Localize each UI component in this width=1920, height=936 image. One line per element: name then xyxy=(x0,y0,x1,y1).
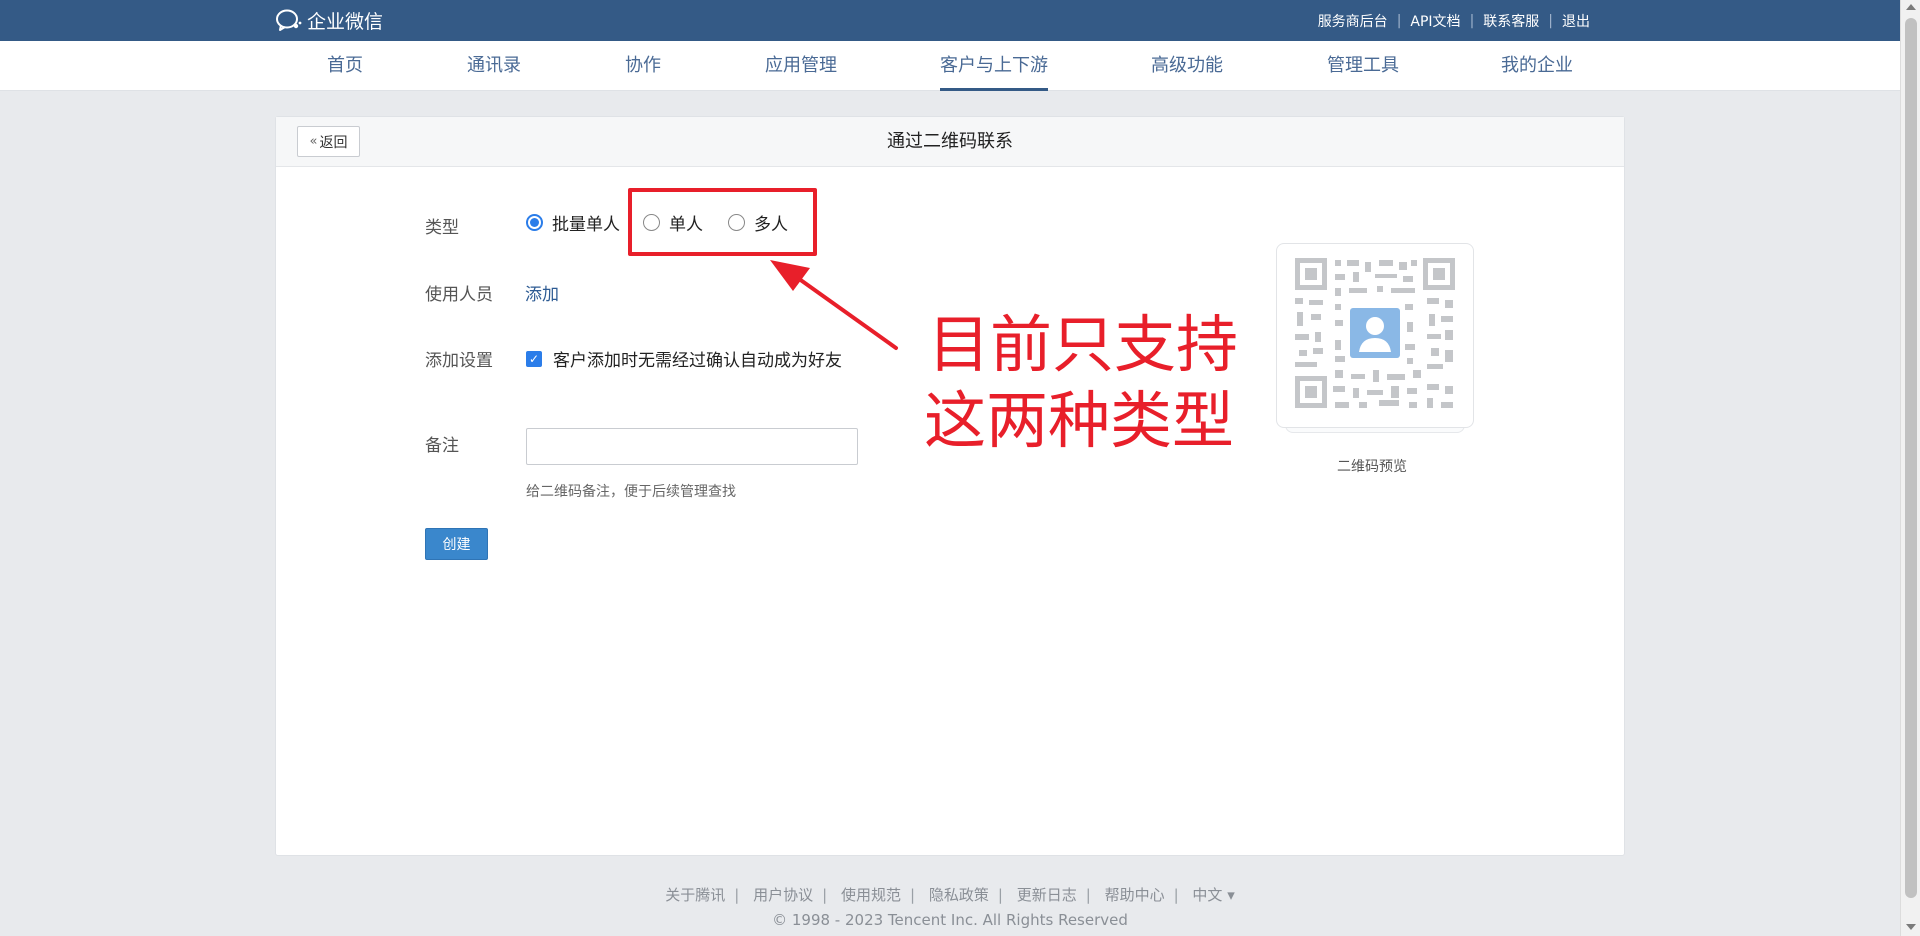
divider: | xyxy=(822,886,828,904)
divider: | xyxy=(1085,886,1091,904)
footer-changelog-link[interactable]: 更新日志 xyxy=(1017,886,1077,904)
provider-console-link[interactable]: 服务商后台 xyxy=(1318,11,1388,31)
nav-my-enterprise[interactable]: 我的企业 xyxy=(1501,41,1573,91)
page-title: 通过二维码联系 xyxy=(887,131,1013,152)
footer-user-agreement-link[interactable]: 用户协议 xyxy=(753,886,813,904)
create-button[interactable]: 创建 xyxy=(425,528,488,560)
content-card: 通过二维码联系 « 返回 类型 批量单人 单人 多人 使用人员 添加 添加设置 … xyxy=(275,116,1625,856)
back-button[interactable]: « 返回 xyxy=(297,126,360,157)
type-option-label: 批量单人 xyxy=(552,215,620,235)
brand-name: 企业微信 xyxy=(307,10,384,33)
nav-home[interactable]: 首页 xyxy=(327,41,363,91)
top-links: 服务商后台 | API文档 | 联系客服 | 退出 xyxy=(1318,0,1590,41)
annotation-arrow-icon xyxy=(770,260,898,350)
scroll-up-arrow-icon[interactable] xyxy=(1906,4,1916,10)
card-header: 通过二维码联系 « 返回 xyxy=(276,117,1624,167)
radio-checked-icon xyxy=(526,214,543,231)
qr-code-icon xyxy=(1295,258,1455,408)
add-users-link[interactable]: 添加 xyxy=(525,280,559,305)
qr-preview-card xyxy=(1276,243,1474,428)
nav-advanced[interactable]: 高级功能 xyxy=(1151,41,1223,91)
main-nav: 首页 通讯录 协作 应用管理 客户与上下游 高级功能 管理工具 我的企业 xyxy=(0,41,1900,91)
annotation-text-line1: 目前只支持 xyxy=(928,308,1239,381)
footer-usage-rules-link[interactable]: 使用规范 xyxy=(841,886,901,904)
divider: | xyxy=(734,886,740,904)
footer-about-link[interactable]: 关于腾讯 xyxy=(665,886,725,904)
note-hint: 给二维码备注，便于后续管理查找 xyxy=(526,484,736,500)
logout-link[interactable]: 退出 xyxy=(1562,11,1590,31)
type-label: 类型 xyxy=(425,218,459,238)
nav-collaboration[interactable]: 协作 xyxy=(625,41,661,91)
double-chevron-left-icon: « xyxy=(309,134,318,149)
footer-privacy-link[interactable]: 隐私政策 xyxy=(929,886,989,904)
brand-logo[interactable]: 企业微信 xyxy=(275,8,384,33)
divider: | xyxy=(910,886,916,904)
api-docs-link[interactable]: API文档 xyxy=(1410,11,1460,31)
users-label: 使用人员 xyxy=(425,285,493,305)
nav-contacts[interactable]: 通讯录 xyxy=(467,41,521,91)
divider: | xyxy=(1396,12,1402,29)
annotation-text-line2: 这两种类型 xyxy=(924,384,1235,457)
nav-management-tools[interactable]: 管理工具 xyxy=(1327,41,1399,91)
scroll-thumb[interactable] xyxy=(1905,18,1917,898)
divider: | xyxy=(1173,886,1179,904)
wecom-logo-icon xyxy=(276,9,302,31)
divider: | xyxy=(1469,12,1475,29)
back-button-label: 返回 xyxy=(319,134,348,151)
divider: | xyxy=(1548,12,1553,29)
type-option-batch-single[interactable]: 批量单人 xyxy=(526,210,620,235)
nav-app-management[interactable]: 应用管理 xyxy=(765,41,837,91)
page-scrollbar[interactable] xyxy=(1900,0,1920,936)
settings-label: 添加设置 xyxy=(425,351,493,371)
language-select[interactable]: 中文 ▾ xyxy=(1192,886,1234,904)
qr-preview-caption: 二维码预览 xyxy=(1337,459,1407,475)
checkbox-checked-icon[interactable]: ✓ xyxy=(526,350,542,367)
footer-help-link[interactable]: 帮助中心 xyxy=(1105,886,1165,904)
divider: | xyxy=(997,886,1003,904)
note-label: 备注 xyxy=(425,436,459,456)
copyright: © 1998 - 2023 Tencent Inc. All Rights Re… xyxy=(772,911,1128,929)
contact-support-link[interactable]: 联系客服 xyxy=(1483,11,1539,31)
scroll-down-arrow-icon[interactable] xyxy=(1906,924,1916,930)
annotation-highlight-box xyxy=(628,188,817,256)
nav-customers[interactable]: 客户与上下游 xyxy=(940,41,1048,91)
top-bar: 企业微信 服务商后台 | API文档 | 联系客服 | 退出 xyxy=(0,0,1900,41)
note-input[interactable] xyxy=(526,428,858,465)
footer-links: 关于腾讯 | 用户协议 | 使用规范 | 隐私政策 | 更新日志 | 帮助中心 | 中文 ▾ xyxy=(0,884,1900,905)
